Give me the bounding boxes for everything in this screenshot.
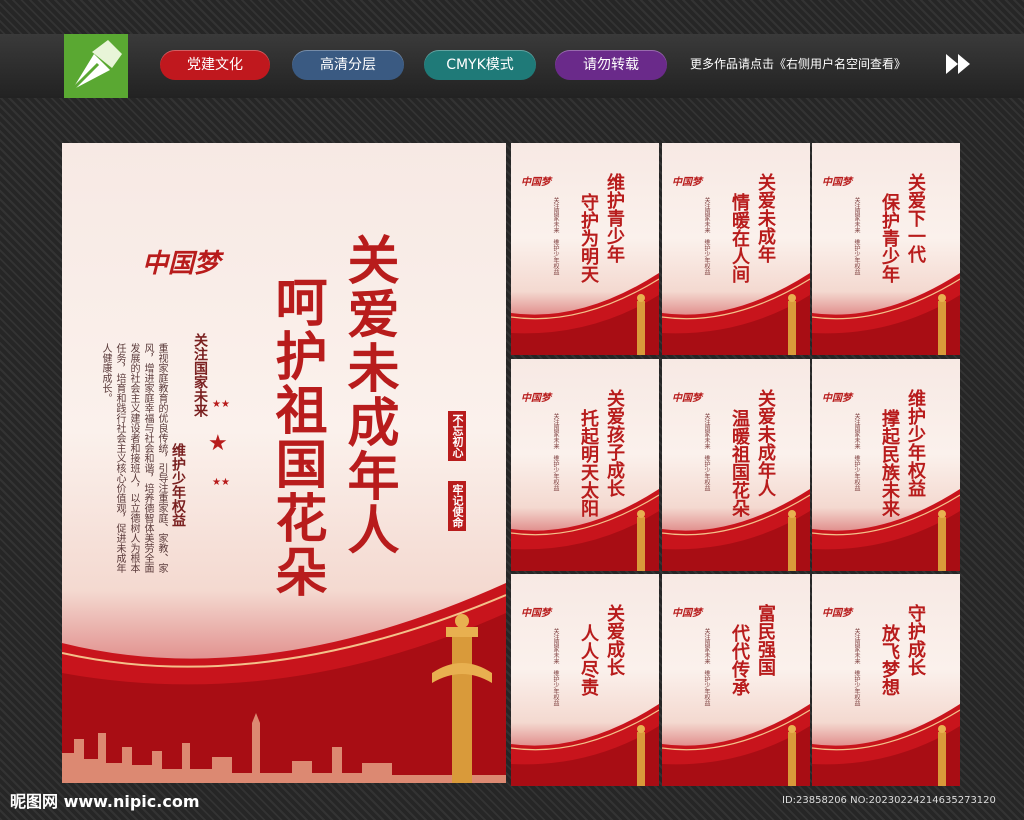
- huabiao-pillar: [938, 725, 946, 786]
- more-works-note[interactable]: 更多作品请点击《右侧用户名空间查看》: [690, 55, 906, 72]
- star-decoration: ★★: [212, 399, 230, 410]
- china-dream-logo: 中国梦: [822, 608, 852, 619]
- slogan-national-future: 关注国家未来: [192, 333, 208, 417]
- small-title-line1: 维护少年权益: [905, 389, 926, 497]
- tag-party-culture[interactable]: 党建文化: [160, 50, 270, 80]
- poster-title-line2: 呵护祖国花朵: [266, 275, 327, 599]
- small-title-line2: 撑起民族未来: [879, 409, 900, 517]
- china-dream-logo: 中国梦: [672, 393, 702, 404]
- small-slogan: 关注国家未来 维护少年权益: [853, 413, 860, 491]
- small-title-line2: 情暖在人间: [729, 193, 750, 283]
- huabiao-pillar: [788, 510, 796, 571]
- china-dream-logo: 中国梦: [142, 249, 221, 279]
- small-slogan: 关注国家未来 维护少年权益: [703, 197, 710, 275]
- small-slogan: 关注国家未来 维护少年权益: [552, 197, 559, 275]
- china-dream-logo: 中国梦: [822, 177, 852, 188]
- small-poster-4: 中国梦关注国家未来 维护少年权益 关爱孩子成长 托起明天太阳: [511, 359, 659, 571]
- seal-stay-true: 不忘初心: [448, 411, 466, 461]
- huabiao-pillar: [938, 510, 946, 571]
- huabiao-pillar: [788, 725, 796, 786]
- small-slogan: 关注国家未来 维护少年权益: [552, 413, 559, 491]
- small-title-line1: 关爱未成年: [755, 173, 776, 263]
- pen-nib-icon: [70, 40, 122, 92]
- china-dream-logo: 中国梦: [521, 608, 551, 619]
- star-decoration-2: ★★: [212, 477, 230, 488]
- china-dream-logo: 中国梦: [521, 177, 551, 188]
- small-poster-6: 中国梦关注国家未来 维护少年权益 维护少年权益 撑起民族未来: [812, 359, 960, 571]
- small-title-line1: 关爱未成年人: [755, 389, 776, 497]
- huabiao-pillar: [938, 294, 946, 355]
- small-slogan: 关注国家未来 维护少年权益: [552, 628, 559, 706]
- small-poster-1: 中国梦关注国家未来 维护少年权益 维护青少年 守护为明天: [511, 143, 659, 355]
- brand-logo: [64, 34, 128, 98]
- china-dream-logo: 中国梦: [672, 608, 702, 619]
- slogan-youth-rights: 维护少年权益: [170, 443, 186, 527]
- small-slogan: 关注国家未来 维护少年权益: [703, 413, 710, 491]
- small-poster-7: 中国梦关注国家未来 维护少年权益 关爱成长 人人尽责: [511, 574, 659, 786]
- small-title-line2: 人人尽责: [578, 624, 599, 696]
- small-poster-9: 中国梦关注国家未来 维护少年权益 守护成长 放飞梦想: [812, 574, 960, 786]
- double-arrow-icon[interactable]: [944, 52, 974, 76]
- huabiao-pillar: [432, 614, 492, 783]
- small-title-line1: 关爱孩子成长: [604, 389, 625, 497]
- small-slogan: 关注国家未来 维护少年权益: [703, 628, 710, 706]
- image-id: ID:23858206 NO:20230224214635273120: [782, 795, 996, 806]
- poster-title-line1: 关爱未成年人: [338, 233, 399, 557]
- small-poster-5: 中国梦关注国家未来 维护少年权益 关爱未成年人 温暖祖国花朵: [662, 359, 810, 571]
- small-poster-2: 中国梦关注国家未来 维护少年权益 关爱未成年 情暖在人间: [662, 143, 810, 355]
- tag-no-repost[interactable]: 请勿转载: [555, 50, 667, 80]
- huabiao-pillar: [637, 294, 645, 355]
- small-poster-3: 中国梦关注国家未来 维护少年权益 关爱下一代 保护青少年: [812, 143, 960, 355]
- small-poster-8: 中国梦关注国家未来 维护少年权益 富民强国 代代传承: [662, 574, 810, 786]
- small-title-line1: 维护青少年: [604, 173, 625, 263]
- tag-cmyk[interactable]: CMYK模式: [424, 50, 536, 80]
- small-slogan: 关注国家未来 维护少年权益: [853, 197, 860, 275]
- small-title-line2: 代代传承: [729, 624, 750, 696]
- small-title-line2: 温暖祖国花朵: [729, 409, 750, 517]
- main-poster: 中国梦 关注国家未来 维护少年权益 ★★ ★ ★★ 重视家庭教育的优良传统，引导…: [62, 143, 506, 783]
- site-watermark: 昵图网 www.nipic.com: [10, 792, 200, 811]
- tag-hd-layered[interactable]: 高清分层: [292, 50, 404, 80]
- poster-body-text: 重视家庭教育的优良传统，引导注重家庭、家教、家风，增进家庭幸福与社会和谐，培养德…: [100, 343, 167, 573]
- china-dream-logo: 中国梦: [672, 177, 702, 188]
- small-slogan: 关注国家未来 维护少年权益: [853, 628, 860, 706]
- small-title-line1: 守护成长: [905, 604, 926, 676]
- seal-keep-mission: 牢记使命: [448, 481, 466, 531]
- small-title-line2: 守护为明天: [578, 193, 599, 283]
- china-dream-logo: 中国梦: [822, 393, 852, 404]
- small-title-line1: 关爱下一代: [905, 173, 926, 263]
- small-title-line1: 富民强国: [755, 604, 776, 676]
- huabiao-pillar: [788, 294, 796, 355]
- huabiao-pillar: [637, 510, 645, 571]
- huabiao-pillar: [637, 725, 645, 786]
- china-dream-logo: 中国梦: [521, 393, 551, 404]
- small-title-line2: 托起明天太阳: [578, 409, 599, 517]
- small-title-line1: 关爱成长: [604, 604, 625, 676]
- big-star-icon: ★: [208, 431, 228, 456]
- small-title-line2: 放飞梦想: [879, 624, 900, 696]
- small-title-line2: 保护青少年: [879, 193, 900, 283]
